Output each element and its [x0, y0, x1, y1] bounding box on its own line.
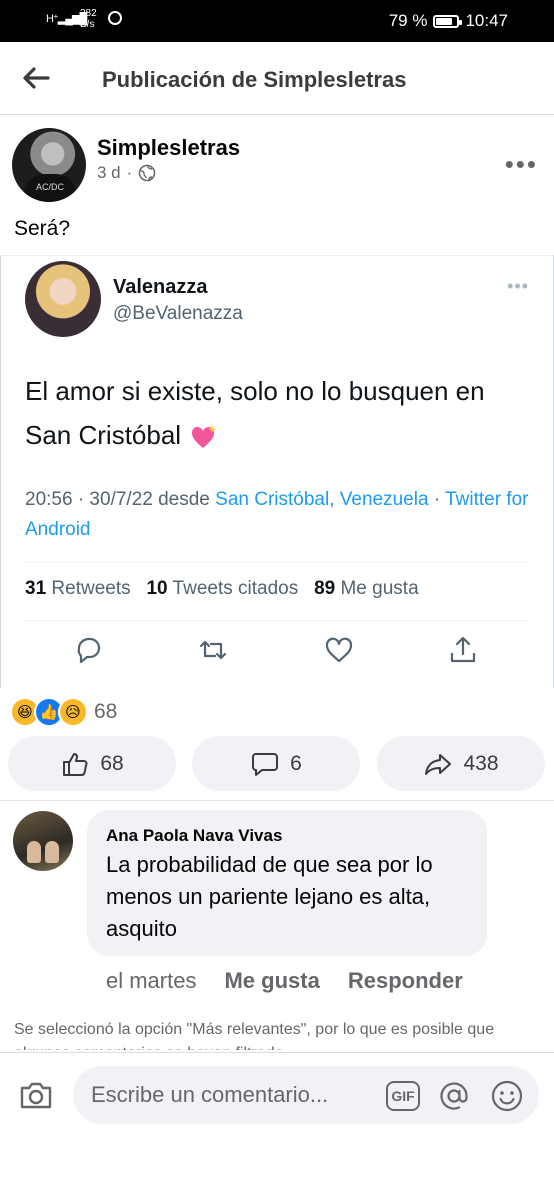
- like-count: 68: [100, 751, 124, 775]
- tweet-handle: @BeValenazza: [113, 303, 243, 324]
- filter-notice: Se seleccionó la opción "Más relevantes"…: [14, 1021, 495, 1050]
- heart-icon: [325, 637, 353, 663]
- avatar-shirt-print: AC/DC: [24, 174, 76, 202]
- page-title: Publicación de Simplesletras: [102, 67, 407, 92]
- back-arrow-icon[interactable]: [20, 62, 52, 94]
- comment-reply-button[interactable]: Responder: [348, 968, 463, 994]
- retweet-icon: [199, 640, 227, 660]
- comment-composer: GIF: [0, 1052, 554, 1201]
- share-button[interactable]: 438: [377, 736, 545, 791]
- tweet-location: San Cristóbal, Venezuela: [215, 489, 429, 510]
- camera-icon[interactable]: [18, 1077, 54, 1113]
- post-header: AC/DC Simplesletras 3 d · •••: [0, 115, 554, 205]
- battery-icon: [433, 14, 463, 28]
- comment-text: La probabilidad de que sea por lo menos …: [106, 852, 433, 941]
- comment-count: 6: [290, 751, 302, 775]
- tweet-stats: 31 Retweets 10 Tweets citados 89 Me gust…: [25, 578, 419, 599]
- emoji-icon[interactable]: [490, 1079, 524, 1113]
- divider: [25, 562, 529, 563]
- comment-like-button[interactable]: Me gusta: [224, 968, 319, 994]
- thumbs-up-icon: [63, 752, 88, 776]
- dot-separator: ·: [126, 163, 133, 182]
- tweet-avatar: [25, 261, 101, 337]
- divider: [0, 800, 554, 801]
- tweet-timestamp: 20:56 · 30/7/22 desde San Cristóbal, Ven…: [25, 489, 529, 540]
- share-icon: [450, 636, 476, 663]
- reply-icon: [77, 637, 101, 664]
- author-avatar[interactable]: AC/DC: [12, 128, 86, 202]
- mention-icon[interactable]: [437, 1079, 471, 1113]
- gif-button[interactable]: GIF: [386, 1081, 420, 1111]
- tweet-image[interactable]: Valenazza @BeValenazza ••• El amor si ex…: [0, 255, 554, 688]
- comment-author[interactable]: Ana Paola Nava Vivas: [106, 826, 282, 846]
- share-count: 438: [463, 751, 499, 775]
- comment-time[interactable]: el martes: [106, 968, 196, 994]
- reactions-count: 68: [94, 700, 118, 723]
- tweet-author-name: Valenazza: [113, 276, 208, 298]
- post-caption: Será?: [14, 217, 71, 240]
- like-button[interactable]: 68: [8, 736, 176, 791]
- battery-percent: 79 %: [388, 11, 428, 30]
- clock: 10:47: [465, 11, 508, 30]
- tweet-actions: [25, 634, 529, 670]
- comment-button[interactable]: 6: [192, 736, 360, 791]
- hotspot-icon: [108, 11, 122, 25]
- network-speed: 282 B/s: [80, 8, 97, 30]
- reactions-summary[interactable]: 😆 👍 😥 68: [10, 697, 117, 727]
- tweet-more-icon: •••: [507, 276, 529, 296]
- sparkling-heart-icon: [192, 425, 217, 449]
- tweet-text: El amor si existe, solo no lo busquen en…: [25, 369, 535, 457]
- post-author[interactable]: Simplesletras: [97, 135, 240, 161]
- commenter-avatar[interactable]: [13, 811, 73, 871]
- divider: [25, 620, 529, 621]
- app-bar: Publicación de Simplesletras: [0, 42, 554, 115]
- globe-icon: [139, 164, 156, 182]
- share-arrow-icon: [425, 753, 452, 775]
- post-age: 3 d: [97, 163, 121, 182]
- status-bar: H⁺▂▄▆█ 282 B/s 79 % 10:47: [0, 0, 554, 42]
- more-options-icon[interactable]: •••: [505, 149, 538, 180]
- comment-bubble[interactable]: Ana Paola Nava Vivas La probabilidad de …: [87, 810, 487, 956]
- comment-icon: [252, 752, 279, 776]
- comment-actions: el martes Me gusta Responder: [106, 968, 463, 994]
- post-meta: 3 d ·: [97, 163, 156, 183]
- sad-reaction-icon: 😥: [58, 697, 88, 727]
